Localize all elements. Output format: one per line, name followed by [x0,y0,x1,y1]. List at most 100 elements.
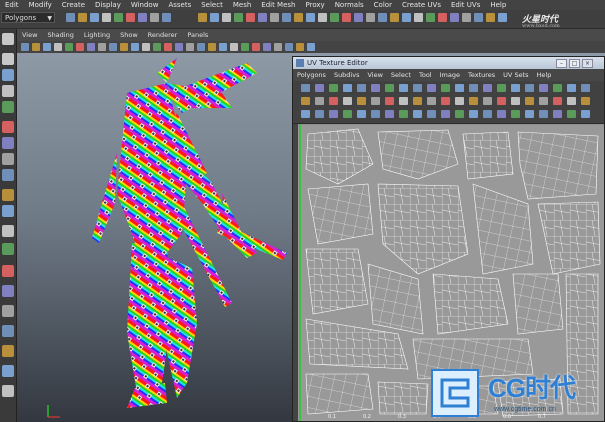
shelf-tool-icon-20[interactable] [318,13,327,22]
shelf-tool-icon-2[interactable] [78,13,87,22]
uv-tool-icon[interactable] [497,84,506,92]
panel-tool-icon-13[interactable] [153,43,161,51]
menu-create[interactable]: Create [57,1,90,9]
toolbox-tool-icon-9[interactable] [2,169,14,181]
uv-tool-icon[interactable] [371,97,380,105]
menu-set-select[interactable]: Polygons ▼ [1,12,55,23]
panel-tool-icon-25[interactable] [285,43,293,51]
toolbox-tool-icon-18[interactable] [2,345,14,357]
shelf-tool-icon-26[interactable] [390,13,399,22]
uv-tool-icon[interactable] [385,110,394,118]
uv-tool-icon[interactable] [511,84,520,92]
uv-tool-icon[interactable] [301,97,310,105]
panel-tool-icon-24[interactable] [274,43,282,51]
shelf-tool-icon-1[interactable] [66,13,75,22]
shelf-tool-icon-24[interactable] [366,13,375,22]
toolbox-tool-icon-14[interactable] [2,265,14,277]
uv-tool-icon[interactable] [357,110,366,118]
uv-tool-icon[interactable] [483,110,492,118]
uv-menu-polygons[interactable]: Polygons [293,71,330,79]
uv-tool-icon[interactable] [441,97,450,105]
toolbox-tool-icon-10[interactable] [2,189,14,201]
shelf-tool-icon-27[interactable] [402,13,411,22]
uv-tool-icon[interactable] [427,97,436,105]
panel-tool-icon-4[interactable] [54,43,62,51]
uv-tool-icon[interactable] [315,84,324,92]
toolbox-tool-icon-4[interactable] [2,85,14,97]
panel-tool-icon-23[interactable] [263,43,271,51]
panel-tool-icon-27[interactable] [307,43,315,51]
toolbox-tool-icon-13[interactable] [2,243,14,255]
uv-tool-icon[interactable] [301,110,310,118]
toolbox-tool-icon-15[interactable] [2,285,14,297]
toolbox-tool-icon-17[interactable] [2,325,14,337]
panel-tool-icon-17[interactable] [197,43,205,51]
panel-menu-panels[interactable]: Panels [182,31,213,39]
shelf-tool-icon-16[interactable] [270,13,279,22]
panel-menu-show[interactable]: Show [115,31,143,39]
toolbox-tool-icon-1[interactable] [2,33,14,45]
panel-tool-icon-20[interactable] [230,43,238,51]
uv-tool-icon[interactable] [539,84,548,92]
menu-color[interactable]: Color [369,1,397,9]
uv-tool-icon[interactable] [567,110,576,118]
shelf-tool-icon-29[interactable] [426,13,435,22]
panel-tool-icon-15[interactable] [175,43,183,51]
toolbox-tool-icon-6[interactable] [2,121,14,133]
shelf-tool-icon-11[interactable] [210,13,219,22]
shelf-tool-icon-4[interactable] [102,13,111,22]
menu-display[interactable]: Display [90,1,126,9]
shelf-tool-icon-5[interactable] [114,13,123,22]
shelf-tool-icon-14[interactable] [246,13,255,22]
shelf-tool-icon-34[interactable] [486,13,495,22]
panel-tool-icon-10[interactable] [120,43,128,51]
uv-tool-icon[interactable] [469,110,478,118]
panel-tool-icon-7[interactable] [87,43,95,51]
menu-select[interactable]: Select [196,1,228,9]
uv-tool-icon[interactable] [441,110,450,118]
uv-tool-icon[interactable] [357,84,366,92]
uv-menu-image[interactable]: Image [436,71,464,79]
uv-menu-select[interactable]: Select [387,71,415,79]
menu-edit[interactable]: Edit [0,1,24,9]
uv-tool-icon[interactable] [315,110,324,118]
panel-tool-icon-26[interactable] [296,43,304,51]
uv-tool-icon[interactable] [539,110,548,118]
panel-tool-icon-22[interactable] [252,43,260,51]
shelf-tool-icon-18[interactable] [294,13,303,22]
toolbox-tool-icon-20[interactable] [2,385,14,397]
uv-tool-icon[interactable] [497,110,506,118]
uv-tool-icon[interactable] [553,110,562,118]
menu-create-uvs[interactable]: Create UVs [397,1,446,9]
uv-tool-icon[interactable] [511,97,520,105]
panel-tool-icon-19[interactable] [219,43,227,51]
toolbox-tool-icon-12[interactable] [2,225,14,237]
shelf-tool-icon-32[interactable] [462,13,471,22]
panel-tool-icon-3[interactable] [43,43,51,51]
uv-tool-icon[interactable] [357,97,366,105]
shelf-tool-icon-22[interactable] [342,13,351,22]
toolbox-tool-icon-19[interactable] [2,365,14,377]
shelf-tool-icon-7[interactable] [138,13,147,22]
panel-tool-icon-1[interactable] [21,43,29,51]
uv-tool-icon[interactable] [371,110,380,118]
uv-tool-icon[interactable] [483,97,492,105]
shelf-tool-icon-8[interactable] [150,13,159,22]
menu-window[interactable]: Window [126,1,164,9]
shelf-tool-icon-13[interactable] [234,13,243,22]
uv-tool-icon[interactable] [399,110,408,118]
toolbox-tool-icon-3[interactable] [2,69,14,81]
uv-tool-icon[interactable] [371,84,380,92]
panel-menu-view[interactable]: View [17,31,42,39]
maximize-button[interactable]: □ [569,59,580,68]
toolbox-tool-icon-16[interactable] [2,305,14,317]
uv-tool-icon[interactable] [385,84,394,92]
uv-tool-icon[interactable] [497,97,506,105]
toolbox-tool-icon-8[interactable] [2,153,14,165]
shelf-tool-icon-12[interactable] [222,13,231,22]
uv-tool-icon[interactable] [553,97,562,105]
panel-tool-icon-9[interactable] [109,43,117,51]
uv-tool-icon[interactable] [315,97,324,105]
uv-tool-icon[interactable] [483,84,492,92]
uv-tool-icon[interactable] [455,97,464,105]
